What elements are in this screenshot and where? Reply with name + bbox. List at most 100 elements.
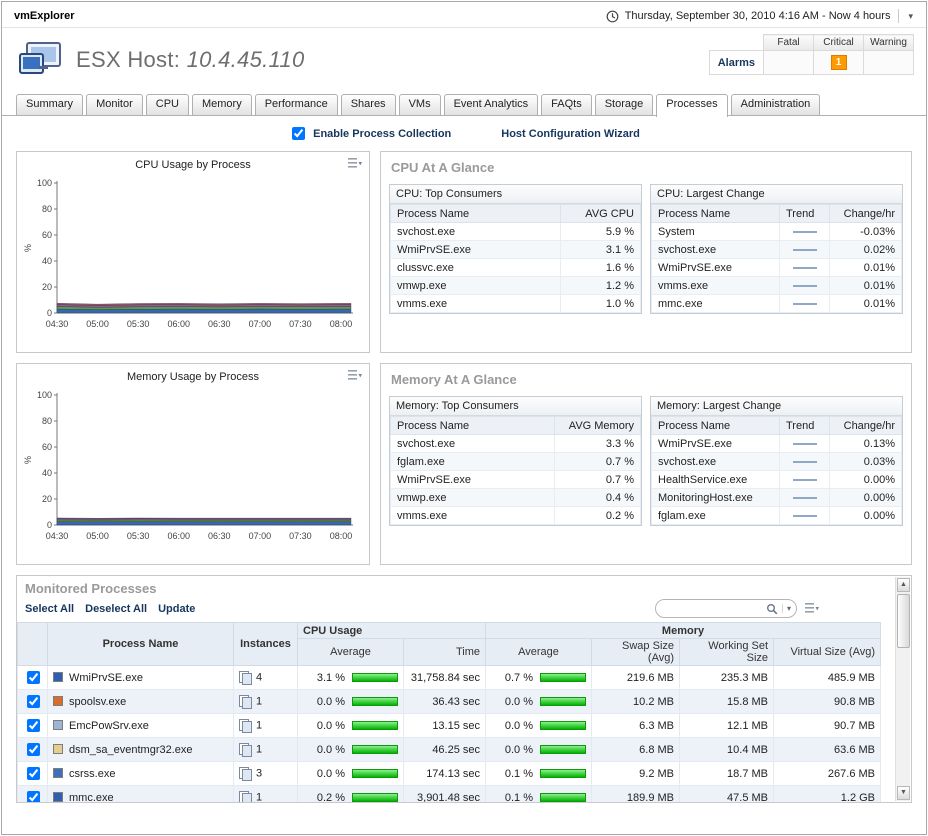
table-options-menu-icon[interactable] xyxy=(805,603,819,614)
process-row: EmcPowSrv.exe10.0 %13.15 sec0.0 %6.3 MB1… xyxy=(18,714,881,738)
tab-shares[interactable]: Shares xyxy=(341,94,396,115)
tab-vms[interactable]: VMs xyxy=(399,94,441,115)
select-all-link[interactable]: Select All xyxy=(25,603,74,615)
search-options-chevron-icon[interactable]: ▾ xyxy=(782,604,791,613)
instances-cell: 1 xyxy=(234,690,298,714)
process-name-column-header[interactable]: Process Name xyxy=(391,205,561,223)
avg-cpu-column-header[interactable]: AVG CPU xyxy=(561,205,641,223)
tab-memory[interactable]: Memory xyxy=(192,94,252,115)
enable-process-collection-label: Enable Process Collection xyxy=(313,128,451,140)
deselect-all-link[interactable]: Deselect All xyxy=(85,603,147,615)
process-name-cell: WmiPrvSE.exe xyxy=(391,471,555,489)
scrollbar-thumb[interactable] xyxy=(897,594,910,648)
table-row: MonitoringHost.exe0.00% xyxy=(652,489,902,507)
cpu-average-cell: 0.0 % xyxy=(298,738,404,762)
esx-host-icon xyxy=(18,41,62,79)
trend-cell xyxy=(780,295,830,313)
cpu-top-consumers-body: svchost.exe5.9 %WmiPrvSE.exe3.1 %clussvc… xyxy=(391,223,641,313)
critical-count-cell[interactable]: 1 xyxy=(814,51,864,75)
memory-group-header: Memory xyxy=(486,623,881,639)
alarms-col-warning: Warning xyxy=(864,35,914,51)
tab-performance[interactable]: Performance xyxy=(255,94,338,115)
change-hr-column-header[interactable]: Change/hr xyxy=(830,205,902,223)
monitored-toolbar: Select All Deselect All Update ▾ xyxy=(17,598,911,622)
trend-column-header[interactable]: Trend xyxy=(780,205,830,223)
process-name-cell: WmiPrvSE.exe xyxy=(652,435,780,453)
process-controls-row: Enable Process Collection Host Configura… xyxy=(2,116,926,149)
memory-largest-change-box: Memory: Largest Change Process Name Tren… xyxy=(650,396,903,526)
time-range-control[interactable]: Thursday, September 30, 2010 4:16 AM - N… xyxy=(606,9,916,23)
svg-text:07:00: 07:00 xyxy=(249,531,272,541)
process-name-cell: mmc.exe xyxy=(48,786,234,804)
row-checkbox[interactable] xyxy=(27,767,40,780)
memory-largest-change-header: Memory: Largest Change xyxy=(651,397,902,416)
scroll-down-arrow[interactable]: ▼ xyxy=(897,786,910,800)
value-cell: 1.0 % xyxy=(561,295,641,313)
chart-options-menu-icon[interactable] xyxy=(348,370,362,381)
memory-top-consumers-box: Memory: Top Consumers Process Name AVG M… xyxy=(389,396,642,526)
host-configuration-wizard-link[interactable]: Host Configuration Wizard xyxy=(501,128,640,140)
tab-monitor[interactable]: Monitor xyxy=(86,94,143,115)
cpu-usage-bar xyxy=(352,745,398,754)
table-row: vmwp.exe0.4 % xyxy=(391,489,641,507)
chevron-down-icon[interactable]: ▾ xyxy=(905,11,916,22)
change-hr-column-header[interactable]: Change/hr xyxy=(830,417,902,435)
tab-event-analytics[interactable]: Event Analytics xyxy=(444,94,539,115)
tab-processes[interactable]: Processes xyxy=(656,94,727,117)
process-name-header[interactable]: Process Name xyxy=(48,623,234,666)
cpu-time-header[interactable]: Time xyxy=(404,639,486,666)
table-row: fglam.exe0.7 % xyxy=(391,453,641,471)
chart-options-menu-icon[interactable] xyxy=(348,158,362,169)
swap-size-cell: 189.9 MB xyxy=(592,786,680,804)
tab-storage[interactable]: Storage xyxy=(595,94,654,115)
trend-column-header[interactable]: Trend xyxy=(780,417,830,435)
row-checkbox[interactable] xyxy=(27,743,40,756)
cpu-time-cell: 13.15 sec xyxy=(404,714,486,738)
instances-header[interactable]: Instances xyxy=(234,623,298,666)
row-checkbox[interactable] xyxy=(27,671,40,684)
row-checkbox[interactable] xyxy=(27,719,40,732)
virtual-size-cell: 90.8 MB xyxy=(774,690,881,714)
process-name-cell: System xyxy=(652,223,780,241)
cpu-average-header[interactable]: Average xyxy=(298,639,404,666)
value-cell: 3.3 % xyxy=(555,435,641,453)
cpu-average-cell: 0.0 % xyxy=(298,762,404,786)
row-checkbox[interactable] xyxy=(27,695,40,708)
fatal-count-cell[interactable] xyxy=(764,51,814,75)
trend-sparkline-icon xyxy=(793,479,817,481)
tab-faqts[interactable]: FAQts xyxy=(541,94,592,115)
table-row: WmiPrvSE.exe0.7 % xyxy=(391,471,641,489)
svg-text:07:30: 07:30 xyxy=(289,319,312,329)
tab-administration[interactable]: Administration xyxy=(731,94,821,115)
search-icon[interactable] xyxy=(766,603,778,615)
memory-average-cell: 0.0 % xyxy=(486,738,592,762)
avg-memory-column-header[interactable]: AVG Memory xyxy=(555,417,641,435)
svg-text:%: % xyxy=(23,244,33,252)
vertical-scrollbar[interactable]: ▲ ▼ xyxy=(895,577,910,801)
trend-sparkline-icon xyxy=(793,497,817,499)
enable-process-collection-checkbox[interactable] xyxy=(292,127,305,140)
working-set-header[interactable]: Working Set Size xyxy=(680,639,774,666)
virtual-size-cell: 63.6 MB xyxy=(774,738,881,762)
scroll-up-arrow[interactable]: ▲ xyxy=(897,578,910,592)
cpu-time-cell: 36.43 sec xyxy=(404,690,486,714)
process-color-swatch xyxy=(53,792,63,802)
update-link[interactable]: Update xyxy=(158,603,195,615)
cpu-largest-change-box: CPU: Largest Change Process Name Trend C… xyxy=(650,184,903,314)
row-checkbox-cell xyxy=(18,714,48,738)
swap-size-header[interactable]: Swap Size (Avg) xyxy=(592,639,680,666)
trend-cell xyxy=(780,277,830,295)
row-checkbox[interactable] xyxy=(27,791,40,803)
search-input[interactable] xyxy=(665,602,766,616)
process-name-column-header[interactable]: Process Name xyxy=(652,417,780,435)
svg-text:05:30: 05:30 xyxy=(127,531,150,541)
process-name-column-header[interactable]: Process Name xyxy=(391,417,555,435)
virtual-size-header[interactable]: Virtual Size (Avg) xyxy=(774,639,881,666)
process-name-column-header[interactable]: Process Name xyxy=(652,205,780,223)
memory-average-header[interactable]: Average xyxy=(486,639,592,666)
critical-count-badge: 1 xyxy=(831,55,847,70)
tab-cpu[interactable]: CPU xyxy=(146,94,189,115)
value-cell: 1.2 % xyxy=(561,277,641,295)
warning-count-cell[interactable] xyxy=(864,51,914,75)
tab-summary[interactable]: Summary xyxy=(16,94,83,115)
